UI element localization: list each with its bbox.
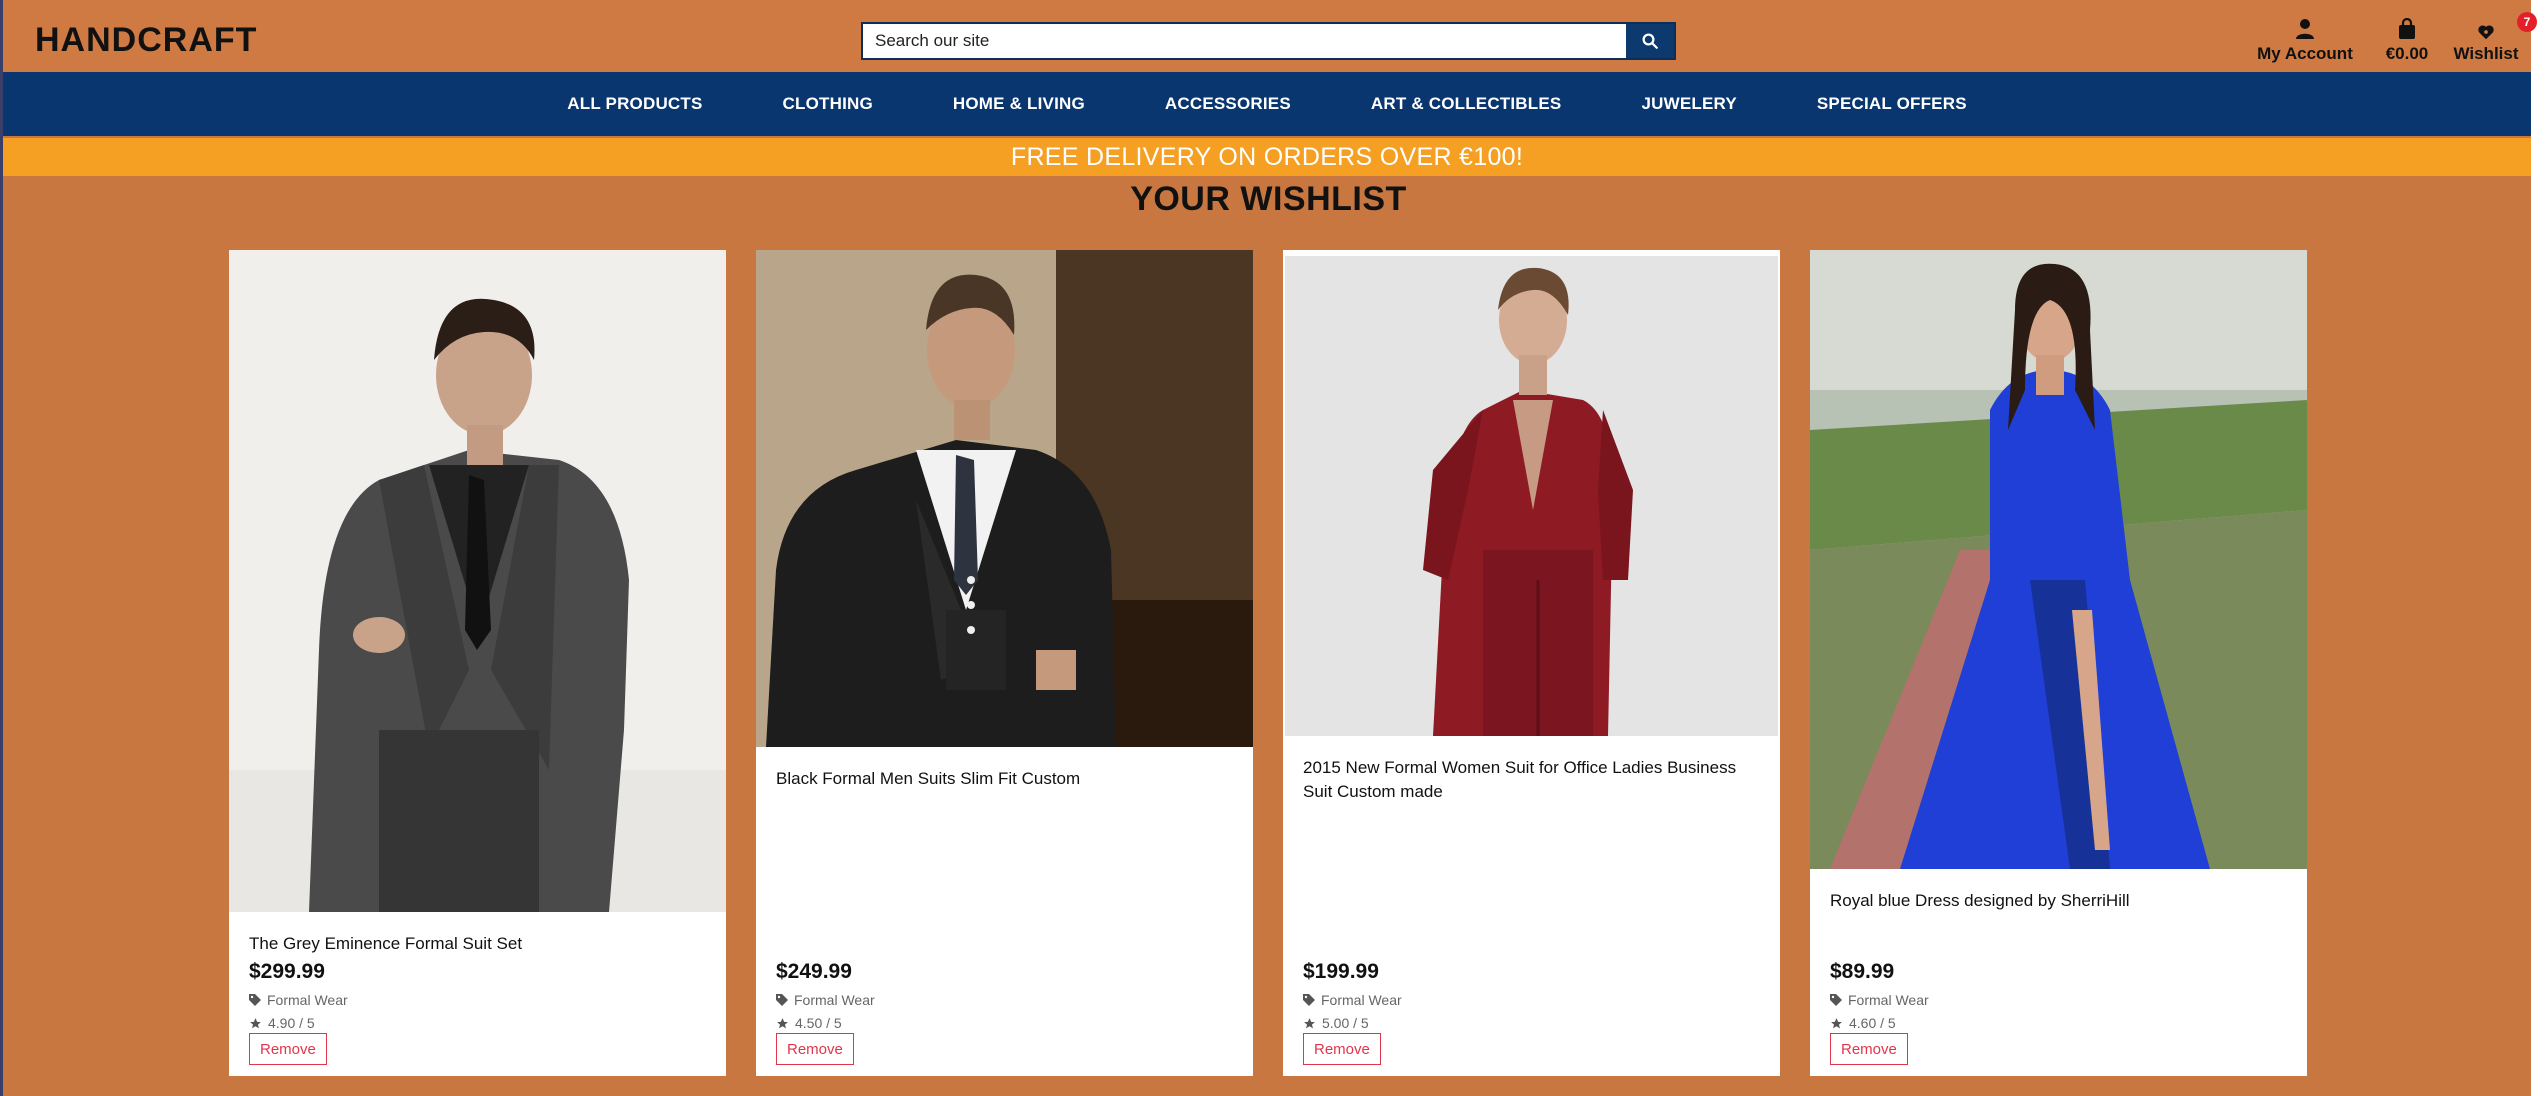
nav-all-products[interactable]: ALL PRODUCTS: [527, 94, 742, 114]
nav-juwelery[interactable]: JUWELERY: [1601, 94, 1776, 114]
page-title: YOUR WISHLIST: [1130, 180, 1407, 218]
star-icon: [1831, 1017, 1842, 1028]
product-category: Formal Wear: [1303, 992, 1402, 1008]
nav-special-offers[interactable]: SPECIAL OFFERS: [1777, 94, 2007, 114]
product-price: $199.99: [1303, 960, 1379, 983]
remove-button[interactable]: Remove: [776, 1033, 854, 1065]
remove-button[interactable]: Remove: [249, 1033, 327, 1065]
site-logo[interactable]: HANDCRAFT: [35, 21, 257, 60]
star-icon: [250, 1017, 261, 1028]
heart-icon: [2478, 25, 2494, 40]
product-name[interactable]: The Grey Eminence Formal Suit Set: [249, 932, 709, 956]
product-name[interactable]: Royal blue Dress designed by SherriHill: [1830, 889, 2290, 913]
search-button[interactable]: [1626, 24, 1674, 58]
product-category-label: Formal Wear: [1848, 992, 1929, 1008]
wishlist-link[interactable]: 7 Wishlist: [2441, 12, 2537, 64]
nav-accessories[interactable]: ACCESSORIES: [1125, 94, 1331, 114]
product-name[interactable]: 2015 New Formal Women Suit for Office La…: [1303, 756, 1763, 804]
user-icon: [2296, 19, 2314, 39]
scrollbar-track[interactable]: [2531, 0, 2545, 1096]
product-image[interactable]: [229, 250, 726, 912]
wishlist-card: 2015 New Formal Women Suit for Office La…: [1283, 250, 1780, 1076]
star-icon: [777, 1017, 788, 1028]
nav-clothing[interactable]: CLOTHING: [743, 94, 913, 114]
tag-icon: [776, 994, 788, 1006]
search-input[interactable]: [863, 24, 1626, 58]
remove-button[interactable]: Remove: [1830, 1033, 1908, 1065]
nav-home-living[interactable]: HOME & LIVING: [913, 94, 1125, 114]
product-category: Formal Wear: [1830, 992, 1929, 1008]
product-rating: 4.60 / 5: [1830, 1015, 1896, 1031]
main-navigation: ALL PRODUCTS CLOTHING HOME & LIVING ACCE…: [3, 72, 2531, 136]
wishlist-card: Royal blue Dress designed by SherriHill …: [1810, 250, 2307, 1076]
wishlist-count-badge: 7: [2517, 12, 2537, 32]
product-category-label: Formal Wear: [794, 992, 875, 1008]
product-rating-label: 5.00 / 5: [1322, 1015, 1369, 1031]
product-rating: 4.50 / 5: [776, 1015, 842, 1031]
wishlist-label: Wishlist: [2453, 44, 2519, 63]
shopping-bag-icon: [2399, 18, 2415, 39]
product-category: Formal Wear: [776, 992, 875, 1008]
nav-art-collectibles[interactable]: ART & COLLECTIBLES: [1331, 94, 1602, 114]
star-icon: [1304, 1017, 1315, 1028]
tag-icon: [1830, 994, 1842, 1006]
product-category: Formal Wear: [249, 992, 348, 1008]
site-header: HANDCRAFT My Account: [3, 0, 2537, 72]
search-icon: [1642, 33, 1658, 49]
product-name[interactable]: Black Formal Men Suits Slim Fit Custom: [776, 767, 1236, 791]
cart-total: €0.00: [2385, 44, 2429, 63]
product-category-label: Formal Wear: [267, 992, 348, 1008]
cart-link[interactable]: €0.00: [2377, 16, 2437, 64]
product-rating: 4.90 / 5: [249, 1015, 315, 1031]
product-rating-label: 4.60 / 5: [1849, 1015, 1896, 1031]
my-account-label: My Account: [2257, 44, 2353, 63]
product-price: $299.99: [249, 960, 325, 983]
product-price: $89.99: [1830, 960, 1895, 983]
tag-icon: [249, 994, 261, 1006]
product-price: $249.99: [776, 960, 852, 983]
product-category-label: Formal Wear: [1321, 992, 1402, 1008]
search-bar: [861, 22, 1676, 60]
tag-icon: [1303, 994, 1315, 1006]
product-rating-label: 4.50 / 5: [795, 1015, 842, 1031]
product-image[interactable]: [1283, 250, 1780, 736]
product-rating: 5.00 / 5: [1303, 1015, 1369, 1031]
remove-button[interactable]: Remove: [1303, 1033, 1381, 1065]
wishlist-card: The Grey Eminence Formal Suit Set $299.9…: [229, 250, 726, 1076]
promo-banner: FREE DELIVERY ON ORDERS OVER €100!: [3, 138, 2531, 176]
my-account-link[interactable]: My Account: [2245, 16, 2365, 64]
wishlist-card: Black Formal Men Suits Slim Fit Custom $…: [756, 250, 1253, 1076]
product-image[interactable]: [756, 250, 1253, 747]
product-image[interactable]: [1810, 250, 2307, 869]
product-rating-label: 4.90 / 5: [268, 1015, 315, 1031]
